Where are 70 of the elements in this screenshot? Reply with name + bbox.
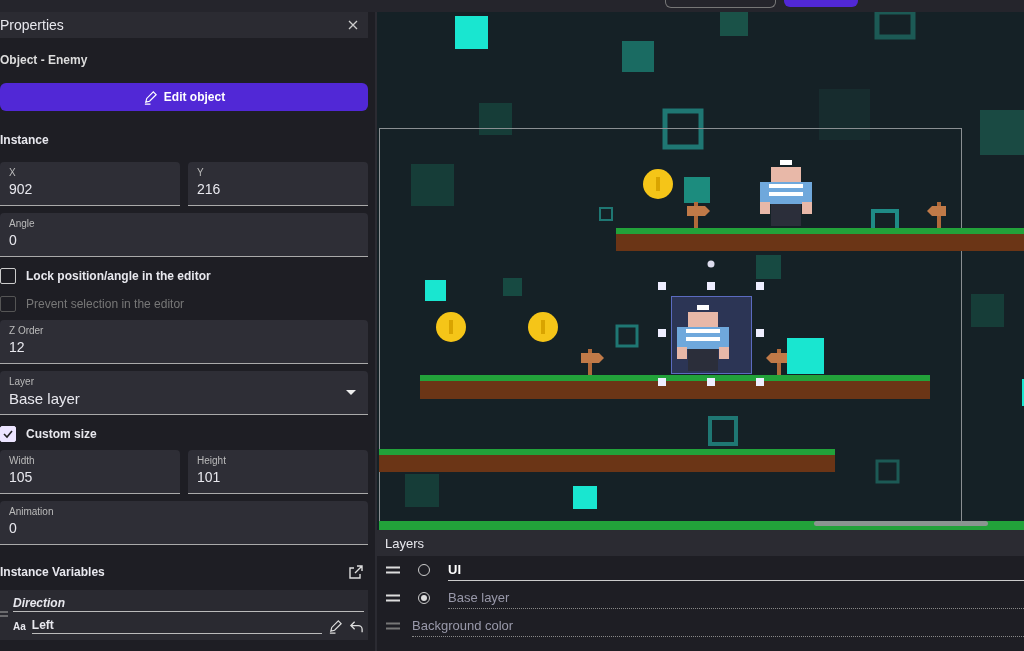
outline-square	[708, 416, 738, 446]
tile-square	[455, 16, 488, 49]
input-field[interactable]: Angle 0	[0, 213, 368, 257]
tile-square	[405, 474, 439, 507]
close-icon[interactable]	[348, 20, 358, 30]
toolbar-toggle-button[interactable]	[665, 0, 776, 8]
resize-handle[interactable]	[756, 378, 764, 386]
section-title: Instance Variables	[0, 565, 105, 579]
resize-handle[interactable]	[658, 282, 666, 290]
tile-square	[819, 89, 870, 140]
outline-square	[875, 459, 900, 484]
object-name: Object - Enemy	[0, 53, 89, 67]
tile-square	[503, 278, 522, 296]
tile-square	[479, 103, 512, 135]
checkbox-label: Prevent selection in the editor	[26, 297, 185, 311]
resize-handle[interactable]	[756, 329, 764, 337]
scrollbar-thumb[interactable]	[814, 521, 988, 526]
coin-icon	[436, 312, 466, 342]
edit-object-button[interactable]: Edit object	[0, 83, 368, 111]
caret-icon	[346, 390, 356, 396]
layer-name[interactable]: Background color	[412, 615, 1024, 637]
tile-square	[573, 486, 597, 509]
signpost-drawing	[581, 349, 604, 375]
variable-name[interactable]: Direction	[13, 594, 364, 612]
panel-title: Properties	[0, 17, 64, 33]
drag-handle-icon	[386, 622, 400, 630]
drag-handle-icon[interactable]	[0, 611, 8, 617]
tile-square	[756, 255, 781, 279]
section-title: Instance	[0, 133, 50, 147]
tile-square	[622, 41, 654, 72]
tile-square	[720, 12, 748, 36]
outline-square	[599, 207, 613, 221]
input-field[interactable]: X 902	[0, 162, 180, 206]
signpost-drawing	[766, 349, 787, 375]
external-link-icon[interactable]	[348, 564, 364, 580]
outline-square	[662, 108, 704, 150]
checkbox-label: Custom size	[26, 427, 97, 441]
coin-icon	[643, 169, 673, 199]
tile-square	[425, 280, 446, 301]
checkbox-label: Lock position/angle in the editor	[26, 269, 211, 283]
layer-name[interactable]: UI	[448, 559, 1024, 581]
tile-square	[971, 294, 1004, 327]
resize-handle[interactable]	[658, 329, 666, 337]
pencil-icon	[142, 89, 158, 105]
tile-square	[411, 164, 454, 206]
pencil-icon[interactable]	[328, 618, 343, 634]
input-field[interactable]: Y 216	[188, 162, 368, 206]
input-field[interactable]: Width 105	[0, 450, 180, 494]
resize-handle[interactable]	[707, 282, 715, 290]
signpost-drawing	[927, 202, 946, 228]
resize-handle[interactable]	[707, 378, 715, 386]
resize-handle[interactable]	[756, 282, 764, 290]
input-field[interactable]: Z Order 12	[0, 320, 368, 364]
layer-select[interactable]: Layer Base layer	[0, 371, 368, 415]
resize-handle[interactable]	[658, 378, 666, 386]
variable-value[interactable]: Left	[31, 618, 322, 634]
character-drawing	[677, 305, 729, 371]
outline-square	[615, 324, 639, 348]
signpost-drawing	[687, 202, 710, 228]
panel-title: Layers	[385, 535, 425, 551]
tile-square	[684, 177, 710, 203]
variable-type: Aa	[13, 620, 26, 632]
tile-square	[787, 338, 824, 374]
game-scene-canvas[interactable]	[377, 12, 1024, 530]
layer-name[interactable]: Base layer	[448, 587, 1024, 609]
character-drawing	[760, 160, 812, 226]
input-field[interactable]: Animation 0	[0, 501, 368, 545]
rotate-handle[interactable]	[707, 260, 715, 268]
input-field[interactable]: Height 101	[188, 450, 368, 494]
coin-icon	[528, 312, 558, 342]
